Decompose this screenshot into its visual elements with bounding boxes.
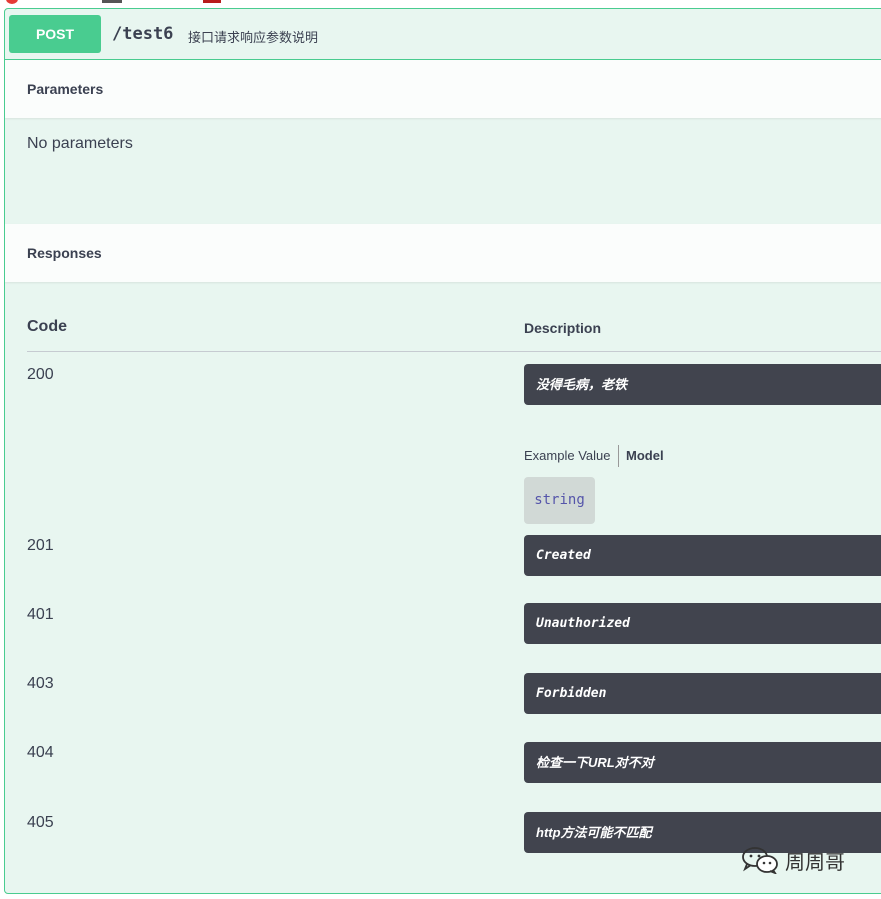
no-parameters-text: No parameters xyxy=(27,135,133,152)
parameters-header: Parameters xyxy=(5,60,881,118)
operation-description: 接口请求响应参数说明 xyxy=(188,30,319,45)
browser-top-strip xyxy=(0,0,881,4)
response-description: Forbidden xyxy=(524,673,881,714)
wechat-icon xyxy=(742,847,778,874)
responses-header: Responses xyxy=(5,224,881,282)
response-description: 没得毛病，老铁 xyxy=(524,364,881,405)
tab-example-value[interactable]: Example Value xyxy=(524,448,610,463)
description-column-header: Description xyxy=(524,320,602,336)
operation-path: /test6 xyxy=(112,24,174,44)
response-code: 403 xyxy=(27,675,54,692)
parameters-title: Parameters xyxy=(27,81,104,97)
response-code: 404 xyxy=(27,744,54,761)
tab-favicon xyxy=(203,0,221,3)
response-code: 405 xyxy=(27,814,54,831)
tab-favicon xyxy=(102,0,122,3)
response-description: 检查一下URL对不对 xyxy=(524,742,881,783)
tab-divider xyxy=(618,445,619,467)
table-header-divider xyxy=(27,351,881,352)
tab-favicon xyxy=(6,0,18,4)
response-code: 401 xyxy=(27,606,54,623)
method-badge[interactable]: POST xyxy=(9,15,101,53)
example-value-box: string xyxy=(524,477,595,524)
response-description: Unauthorized xyxy=(524,603,881,644)
operation-block: POST /test6 接口请求响应参数说明 Parameters No par… xyxy=(4,8,881,894)
watermark-text: 周周哥 xyxy=(785,852,845,874)
operation-summary[interactable]: POST /test6 接口请求响应参数说明 xyxy=(5,9,881,60)
response-code: 201 xyxy=(27,537,54,554)
responses-title: Responses xyxy=(27,245,102,261)
tab-model[interactable]: Model xyxy=(626,448,664,463)
response-code: 200 xyxy=(27,366,54,383)
code-column-header: Code xyxy=(27,318,67,335)
response-description: Created xyxy=(524,535,881,576)
